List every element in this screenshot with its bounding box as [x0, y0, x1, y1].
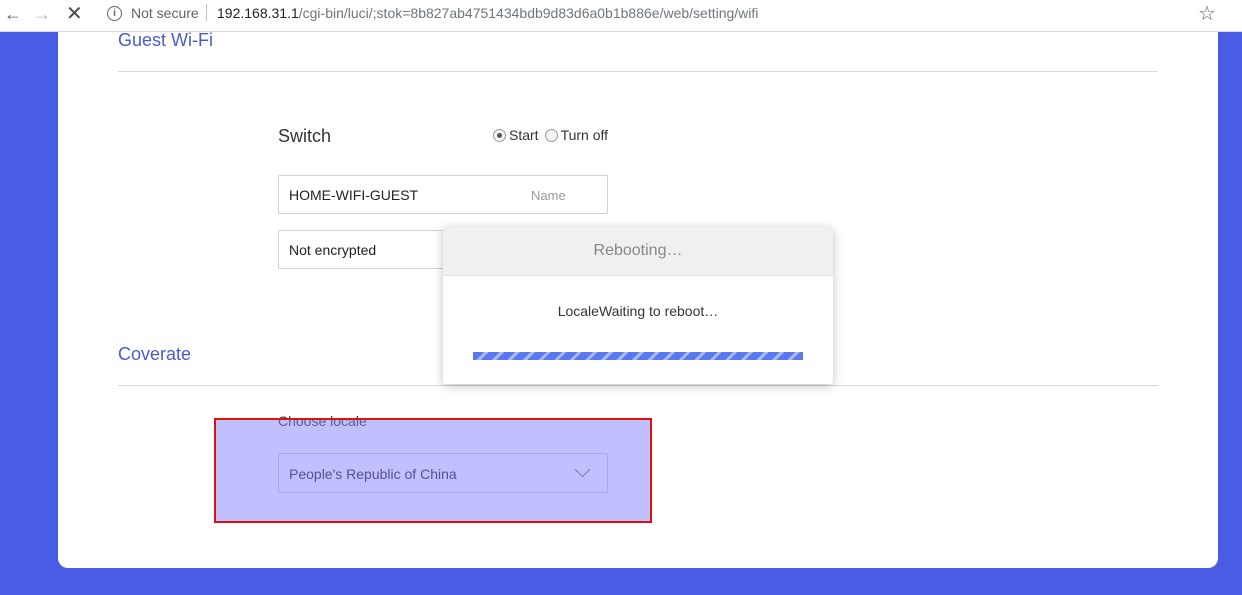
switch-radio-group: Start Turn off — [493, 127, 614, 143]
guest-wifi-name-input[interactable]: HOME-WIFI-GUEST Name — [278, 175, 608, 214]
browser-toolbar: ← → ✕ i Not secure 192.168.31.1/cgi-bin/… — [0, 0, 1242, 32]
start-radio-label[interactable]: Start — [509, 127, 539, 143]
encryption-value: Not encrypted — [289, 242, 377, 258]
url-separator — [206, 4, 207, 21]
modal-title: Rebooting… — [443, 227, 833, 276]
forward-arrow-icon[interactable]: → — [33, 2, 51, 26]
switch-label: Switch — [278, 126, 332, 146]
url-path: /cgi-bin/luci/;stok=8b827ab4751434bdb9d8… — [298, 5, 759, 21]
modal-message: LocaleWaiting to reboot… — [557, 303, 719, 319]
guest-wifi-title: Guest Wi-Fi — [118, 30, 214, 50]
turn-off-radio-label[interactable]: Turn off — [561, 127, 608, 143]
url-host: 192.168.31.1 — [217, 5, 299, 21]
guest-wifi-name-value: HOME-WIFI-GUEST — [289, 187, 419, 203]
back-arrow-icon[interactable]: ← — [4, 2, 22, 26]
start-radio[interactable] — [493, 128, 506, 142]
info-icon[interactable]: i — [107, 6, 122, 21]
reboot-progress-bar — [473, 352, 803, 360]
stop-loading-icon[interactable]: ✕ — [66, 2, 83, 26]
bookmark-star-icon[interactable]: ☆ — [1198, 1, 1216, 26]
reboot-modal: Rebooting… LocaleWaiting to reboot… — [443, 227, 833, 384]
turn-off-radio[interactable] — [544, 128, 558, 142]
coverage-title: Coverate — [118, 344, 192, 364]
guest-wifi-divider — [118, 71, 1158, 72]
coverage-divider — [118, 385, 1158, 386]
guest-wifi-name-placeholder: Name — [531, 188, 566, 203]
address-bar[interactable]: 192.168.31.1/cgi-bin/luci/;stok=8b827ab4… — [217, 5, 758, 21]
security-label[interactable]: Not secure — [131, 5, 199, 21]
highlight-overlay — [214, 418, 652, 523]
